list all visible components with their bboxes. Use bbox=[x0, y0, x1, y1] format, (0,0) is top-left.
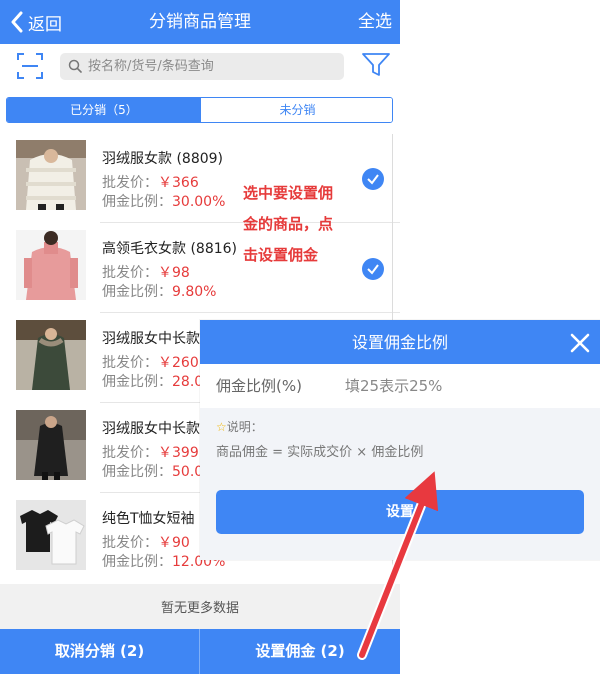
annotation-line: 选中要设置佣 bbox=[243, 184, 334, 202]
product-name: 高领毛衣女款 (8816) bbox=[102, 241, 238, 257]
wholesale-price-value: ￥98 bbox=[158, 265, 190, 281]
wholesale-price-label: 批发价： bbox=[102, 175, 158, 191]
confirm-set-button[interactable]: 设置 bbox=[216, 490, 584, 534]
item-checkbox[interactable] bbox=[362, 258, 384, 280]
dialog-header: 设置佣金比例 bbox=[200, 320, 600, 364]
item-divider bbox=[100, 312, 400, 313]
commission-rate-row: 佣金比例：30.00% bbox=[102, 191, 225, 211]
search-icon bbox=[68, 59, 82, 73]
commission-rate-label: 佣金比例： bbox=[102, 284, 172, 300]
commission-rate-label: 佣金比例： bbox=[102, 464, 172, 480]
commission-rate-value: 30.00% bbox=[172, 194, 226, 210]
commission-rate-field-label: 佣金比例(%) bbox=[216, 377, 302, 395]
commission-rate-label: 佣金比例： bbox=[102, 194, 172, 210]
wholesale-price-row: 批发价：￥90 bbox=[102, 532, 190, 552]
page-title: 分销商品管理 bbox=[149, 12, 251, 32]
scan-icon[interactable] bbox=[17, 53, 43, 79]
product-thumbnail bbox=[16, 410, 86, 480]
wholesale-price-row: 批发价：￥399 bbox=[102, 442, 199, 462]
wholesale-price-value: ￥366 bbox=[158, 175, 199, 191]
wholesale-price-row: 批发价：￥260 bbox=[102, 352, 199, 372]
checkmark-icon bbox=[367, 264, 379, 275]
search-input[interactable] bbox=[88, 53, 338, 80]
filter-icon[interactable] bbox=[361, 52, 391, 78]
wholesale-price-label: 批发价： bbox=[102, 535, 158, 551]
product-name: 羽绒服女款 (8809) bbox=[102, 151, 224, 167]
annotation-line: 金的商品，点 bbox=[243, 215, 334, 233]
commission-rate-row: 佣金比例：50.0 bbox=[102, 461, 203, 481]
cancel-distribution-button[interactable]: 取消分销 (2) bbox=[0, 629, 200, 674]
wholesale-price-label: 批发价： bbox=[102, 355, 158, 371]
commission-rate-row: 佣金比例：28.0 bbox=[102, 371, 203, 391]
product-thumbnail bbox=[16, 500, 86, 570]
top-nav-bar: 返回 分销商品管理 全选 bbox=[0, 0, 400, 44]
wholesale-price-label: 批发价： bbox=[102, 445, 158, 461]
commission-rate-label: 佣金比例： bbox=[102, 374, 172, 390]
star-icon: ☆ bbox=[216, 420, 227, 434]
wholesale-price-row: 批发价：￥366 bbox=[102, 172, 199, 192]
search-bar bbox=[0, 44, 400, 90]
product-name: 纯色T恤女短袖 ( bbox=[102, 511, 205, 527]
commission-rate-dialog: 设置佣金比例 佣金比例(%) ☆说明： 商品佣金 = 实际成交价 × 佣金比例 … bbox=[200, 320, 600, 560]
commission-rate-value: 28.0 bbox=[172, 374, 204, 390]
note-title: ☆说明： bbox=[216, 418, 263, 435]
product-thumbnail bbox=[16, 230, 86, 300]
distribution-tabs: 已分销（5） 未分销 bbox=[6, 97, 393, 123]
wholesale-price-value: ￥260 bbox=[158, 355, 199, 371]
product-name: 羽绒服女中长款 bbox=[102, 331, 200, 347]
commission-rate-input[interactable] bbox=[345, 372, 585, 400]
dialog-title: 设置佣金比例 bbox=[351, 333, 448, 352]
item-checkbox[interactable] bbox=[362, 168, 384, 190]
product-name: 羽绒服女中长款 bbox=[102, 421, 200, 437]
instruction-annotation: 选中要设置佣 金的商品，点 击设置佣金 bbox=[243, 178, 363, 271]
wholesale-price-value: ￥90 bbox=[158, 535, 190, 551]
select-all-button[interactable]: 全选 bbox=[358, 0, 392, 44]
commission-rate-label: 佣金比例： bbox=[102, 554, 172, 570]
commission-rate-value: 9.80% bbox=[172, 284, 217, 300]
tab-distributed[interactable]: 已分销（5） bbox=[7, 98, 201, 122]
commission-rate-row: 佣金比例：9.80% bbox=[102, 281, 216, 301]
close-icon[interactable] bbox=[569, 332, 591, 354]
note-text: 商品佣金 = 实际成交价 × 佣金比例 bbox=[216, 445, 424, 460]
tab-not-distributed[interactable]: 未分销 bbox=[201, 98, 392, 122]
annotation-line: 击设置佣金 bbox=[243, 246, 319, 264]
commission-rate-value: 50.0 bbox=[172, 464, 204, 480]
search-box bbox=[60, 53, 344, 80]
product-thumbnail bbox=[16, 320, 86, 390]
checkmark-icon bbox=[367, 174, 379, 185]
set-commission-button[interactable]: 设置佣金 (2) bbox=[200, 629, 400, 674]
no-more-data-text: 暂无更多数据 bbox=[0, 584, 400, 629]
product-thumbnail bbox=[16, 140, 86, 210]
wholesale-price-value: ￥399 bbox=[158, 445, 199, 461]
wholesale-price-label: 批发价： bbox=[102, 265, 158, 281]
note-title-text: 说明： bbox=[226, 420, 263, 434]
dialog-note: ☆说明： 商品佣金 = 实际成交价 × 佣金比例 设置 bbox=[200, 408, 600, 560]
bottom-action-bar: 取消分销 (2) 设置佣金 (2) bbox=[0, 629, 400, 674]
wholesale-price-row: 批发价：￥98 bbox=[102, 262, 190, 282]
commission-rate-field: 佣金比例(%) bbox=[200, 364, 600, 408]
